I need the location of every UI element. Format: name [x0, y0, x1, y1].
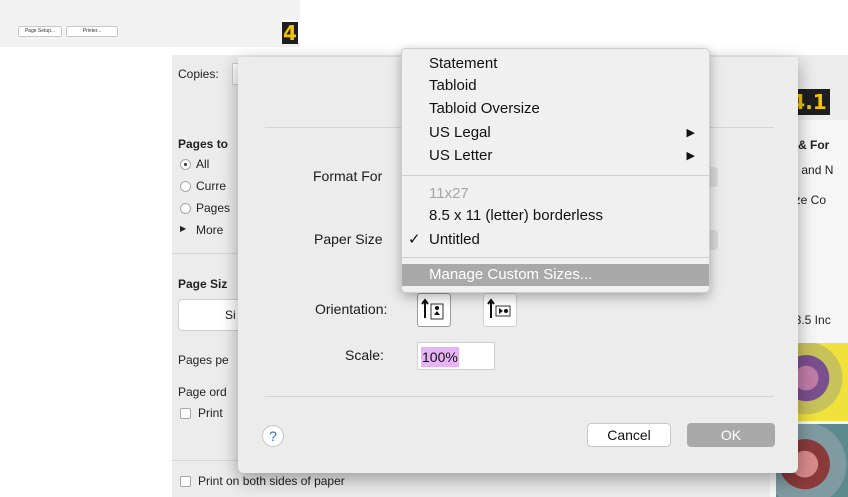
scale-input[interactable]: 100% — [417, 342, 495, 370]
pages-range-radio[interactable] — [180, 203, 191, 214]
menu-item-label: Tabloid — [429, 77, 477, 94]
page-size-heading: Page Siz — [178, 277, 228, 291]
step-badge-4: 4 — [282, 21, 298, 45]
paper-size-menu: Statement Tabloid Tabloid Oversize US Le… — [401, 48, 710, 293]
thumbnail-strip: Page Setup... Printer... — [0, 0, 300, 47]
menu-separator — [402, 175, 709, 176]
print-checkbox-label: Print — [198, 406, 223, 420]
portrait-icon — [421, 298, 444, 320]
both-sides-label: Print on both sides of paper — [198, 474, 345, 488]
menu-item-label: Manage Custom Sizes... — [429, 266, 593, 283]
menu-item-label: Statement — [429, 55, 498, 72]
menu-item-label: US Letter — [429, 147, 493, 164]
page-order-label: Page ord — [178, 385, 227, 399]
menu-item-11x27: 11x27 — [402, 183, 709, 205]
menu-item-label: Tabloid Oversize — [429, 100, 540, 117]
paper-size-label: Paper Size — [314, 231, 383, 247]
menu-item-untitled[interactable]: ✓ Untitled — [402, 229, 709, 251]
menu-item-label: Untitled — [429, 231, 480, 248]
menu-item-us-legal[interactable]: US Legal ▶ — [402, 122, 709, 144]
menu-item-statement[interactable]: Statement — [402, 53, 709, 75]
menu-item-letter-borderless[interactable]: 8.5 x 11 (letter) borderless — [402, 205, 709, 227]
pages-all-label: All — [196, 157, 210, 171]
submenu-arrow-icon: ▶ — [686, 127, 695, 139]
page-size-button[interactable]: Si — [178, 299, 244, 331]
checkmark-icon: ✓ — [408, 231, 421, 248]
format-for-label: Format For — [313, 168, 383, 184]
copies-label: Copies: — [178, 67, 219, 81]
menu-item-manage-custom-sizes[interactable]: Manage Custom Sizes... — [402, 264, 709, 286]
landscape-orientation-button[interactable] — [483, 293, 517, 327]
pages-current-radio[interactable] — [180, 181, 191, 192]
orientation-label: Orientation: — [315, 301, 388, 317]
menu-separator — [402, 257, 709, 258]
pages-all-radio[interactable] — [180, 159, 191, 170]
help-button[interactable]: ? — [262, 425, 284, 447]
separator — [172, 253, 238, 254]
pages-heading: Pages to — [178, 137, 229, 151]
more-disclosure-icon[interactable]: ▶ — [180, 224, 186, 233]
separator — [265, 396, 774, 397]
thumbnail-page-setup-button: Page Setup... — [18, 26, 62, 37]
scale-value: 100% — [421, 347, 459, 367]
menu-item-label: US Legal — [429, 124, 491, 141]
scale-label: Scale: — [345, 347, 384, 363]
print-checkbox[interactable] — [180, 408, 191, 419]
menu-item-label: 11x27 — [429, 185, 469, 202]
landscape-icon — [487, 298, 511, 318]
menu-item-tabloid-oversize[interactable]: Tabloid Oversize — [402, 98, 709, 120]
thumbnail-printer-button: Printer... — [66, 26, 118, 37]
submenu-arrow-icon: ▶ — [686, 150, 695, 162]
both-sides-checkbox[interactable] — [180, 476, 191, 487]
menu-item-tabloid[interactable]: Tabloid — [402, 75, 709, 97]
page-size-button-label: Si — [225, 308, 236, 322]
menu-item-label: 8.5 x 11 (letter) borderless — [429, 207, 603, 224]
ok-button[interactable]: OK — [687, 423, 775, 447]
pages-range-label: Pages — [196, 201, 231, 215]
pages-current-label: Curre — [196, 179, 227, 193]
menu-item-us-letter[interactable]: US Letter ▶ — [402, 145, 709, 167]
portrait-orientation-button[interactable] — [417, 293, 451, 327]
pages-per-sheet-label: Pages pe — [178, 353, 229, 367]
more-options-label[interactable]: More — [196, 223, 223, 237]
cancel-button[interactable]: Cancel — [587, 423, 671, 447]
